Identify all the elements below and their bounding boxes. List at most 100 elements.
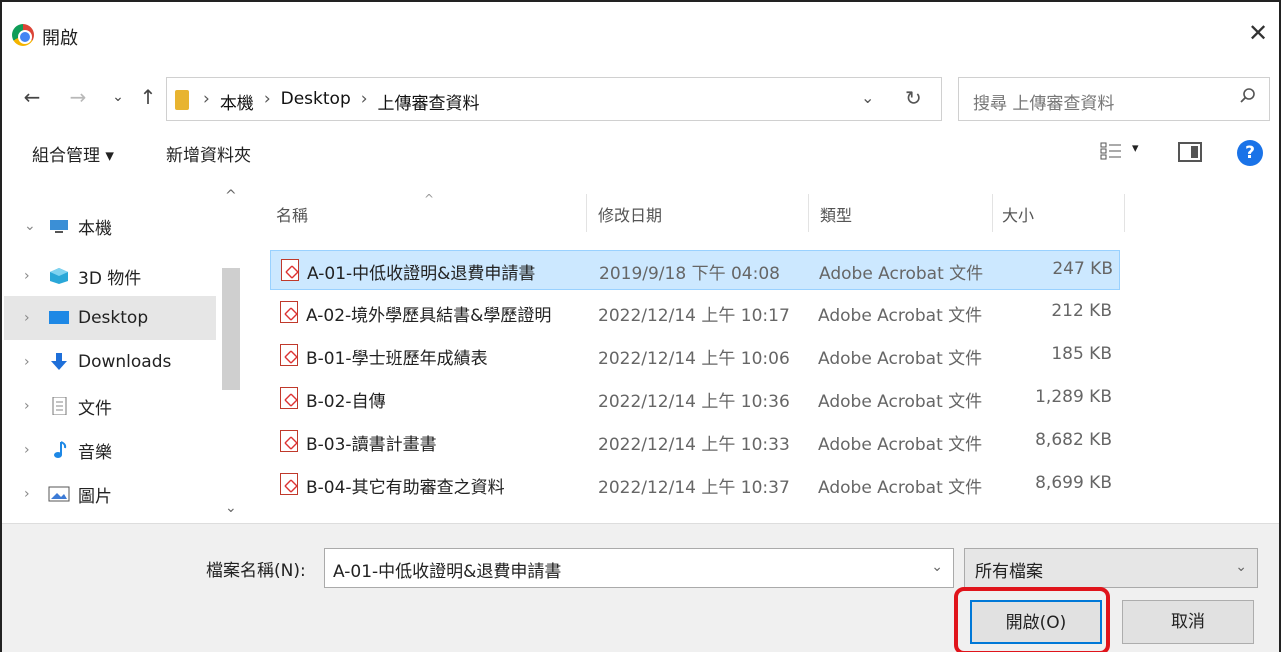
help-icon[interactable]: ? xyxy=(1237,140,1263,166)
up-arrow-icon[interactable]: ↑ xyxy=(136,85,160,109)
file-size: 247 KB xyxy=(1052,259,1113,279)
pdf-file-icon xyxy=(280,344,298,366)
file-list: ^ 名稱 修改日期 類型 大小 A-01-中低收證明&退費申請書 2019/9/… xyxy=(260,182,1270,522)
music-note-icon xyxy=(48,441,70,459)
address-row: ← → ⌄ ↑ › 本機 › Desktop › 上傳審查資料 ⌄ ↻ 搜尋 上… xyxy=(2,77,1279,121)
address-bar[interactable]: › 本機 › Desktop › 上傳審查資料 ⌄ ↻ xyxy=(166,77,942,121)
collapsed-chevron-icon[interactable]: › xyxy=(24,268,44,284)
dialog-footer: 檔案名稱(N): A-01-中低收證明&退費申請書 ⌄ 所有檔案 ⌄ 開啟(O)… xyxy=(2,523,1279,652)
expanded-chevron-icon[interactable]: ⌄ xyxy=(24,218,44,234)
file-size: 212 KB xyxy=(1051,301,1112,321)
file-row[interactable]: A-02-境外學歷具結書&學歷證明 2022/12/14 上午 10:17 Ad… xyxy=(270,293,1120,333)
chevron-down-icon[interactable]: ⌄ xyxy=(931,559,943,575)
file-name: B-01-學士班歷年成績表 xyxy=(306,349,488,369)
tree-item-this-pc[interactable]: ⌄ 本機 xyxy=(4,204,216,248)
column-divider[interactable] xyxy=(1124,194,1125,232)
file-date: 2022/12/14 上午 10:36 xyxy=(598,392,790,412)
tree-item-label: 文件 xyxy=(78,398,112,419)
preview-pane-icon[interactable] xyxy=(1178,142,1202,162)
tree-item-pictures[interactable]: › 圖片 xyxy=(4,472,216,516)
breadcrumb-separator: › xyxy=(203,89,210,109)
filetype-value: 所有檔案 xyxy=(975,562,1043,582)
tree-item-music[interactable]: › 音樂 xyxy=(4,428,216,472)
tree-item-3d-objects[interactable]: › 3D 物件 xyxy=(4,254,216,298)
file-size: 1,289 KB xyxy=(1035,387,1112,407)
file-row[interactable]: A-01-中低收證明&退費申請書 2019/9/18 下午 04:08 Adob… xyxy=(270,250,1120,290)
forward-arrow-icon[interactable]: → xyxy=(66,85,90,109)
tree-item-desktop[interactable]: › Desktop xyxy=(4,296,216,340)
tree-item-downloads[interactable]: › Downloads xyxy=(4,340,216,384)
organize-button[interactable]: 組合管理 ▾ xyxy=(32,141,114,166)
sort-ascending-icon: ^ xyxy=(424,192,435,206)
file-date: 2022/12/14 上午 10:33 xyxy=(598,435,790,455)
close-icon[interactable]: ✕ xyxy=(1245,20,1271,46)
title-bar: 開啟 ✕ xyxy=(2,2,1279,64)
cancel-button[interactable]: 取消 xyxy=(1122,600,1254,644)
file-name: B-04-其它有助審查之資料 xyxy=(306,478,505,498)
filetype-select[interactable]: 所有檔案 ⌄ xyxy=(964,548,1258,588)
column-header-size[interactable]: 大小 xyxy=(1002,202,1034,226)
back-arrow-icon[interactable]: ← xyxy=(20,85,44,109)
column-divider[interactable] xyxy=(992,194,993,232)
navigation-pane: ⌄ 本機 › 3D 物件 › Desktop › Downloads › 文件 … xyxy=(4,182,244,522)
tree-item-documents[interactable]: › 文件 xyxy=(4,384,216,428)
breadcrumb: › 本機 › Desktop › 上傳審查資料 xyxy=(203,89,480,114)
column-divider[interactable] xyxy=(808,194,809,232)
file-row[interactable]: B-02-自傳 2022/12/14 上午 10:36 Adobe Acroba… xyxy=(270,379,1120,419)
scroll-up-icon[interactable]: ^ xyxy=(225,188,237,204)
file-row[interactable]: B-04-其它有助審查之資料 2022/12/14 上午 10:37 Adobe… xyxy=(270,465,1120,505)
new-folder-button[interactable]: 新增資料夾 xyxy=(166,141,251,166)
file-date: 2022/12/14 上午 10:37 xyxy=(598,478,790,498)
document-icon xyxy=(48,396,70,416)
file-name: A-01-中低收證明&退費申請書 xyxy=(307,264,536,284)
breadcrumb-separator: › xyxy=(360,89,368,109)
tree-item-label: 圖片 xyxy=(78,486,112,507)
recent-locations-chevron-icon[interactable]: ⌄ xyxy=(106,89,130,105)
address-dropdown-icon[interactable]: ⌄ xyxy=(861,88,874,107)
file-row[interactable]: B-01-學士班歷年成績表 2022/12/14 上午 10:06 Adobe … xyxy=(270,336,1120,376)
column-header-date[interactable]: 修改日期 xyxy=(598,202,662,226)
search-box[interactable]: 搜尋 上傳審查資料 xyxy=(958,77,1270,121)
collapsed-chevron-icon[interactable]: › xyxy=(24,310,44,326)
collapsed-chevron-icon[interactable]: › xyxy=(24,398,44,414)
open-button[interactable]: 開啟(O) xyxy=(970,600,1102,644)
file-type: Adobe Acrobat 文件 xyxy=(818,435,983,455)
collapsed-chevron-icon[interactable]: › xyxy=(24,354,44,370)
nav-scrollbar[interactable]: ^ ⌄ xyxy=(218,182,244,522)
column-divider[interactable] xyxy=(586,194,587,232)
search-icon[interactable] xyxy=(1239,87,1257,105)
breadcrumb-item-desktop[interactable]: Desktop xyxy=(281,89,351,114)
view-options-caret-icon[interactable]: ▾ xyxy=(1132,141,1139,156)
pdf-file-icon xyxy=(280,301,298,323)
tree-item-label: 本機 xyxy=(78,218,112,239)
tree-item-label: 3D 物件 xyxy=(78,268,142,289)
folder-icon xyxy=(175,90,189,110)
file-date: 2019/9/18 下午 04:08 xyxy=(599,264,780,284)
pdf-file-icon xyxy=(280,387,298,409)
filename-input[interactable]: A-01-中低收證明&退費申請書 ⌄ xyxy=(324,548,954,588)
file-name: A-02-境外學歷具結書&學歷證明 xyxy=(306,306,552,326)
filename-value[interactable]: A-01-中低收證明&退費申請書 xyxy=(333,557,561,582)
file-date: 2022/12/14 上午 10:17 xyxy=(598,306,790,326)
download-arrow-icon xyxy=(48,353,70,371)
column-header-name[interactable]: 名稱 xyxy=(276,202,308,226)
view-options-icon[interactable] xyxy=(1100,142,1122,160)
collapsed-chevron-icon[interactable]: › xyxy=(24,442,44,458)
collapsed-chevron-icon[interactable]: › xyxy=(24,486,44,502)
file-type: Adobe Acrobat 文件 xyxy=(818,306,983,326)
column-header-type[interactable]: 類型 xyxy=(820,202,852,226)
refresh-icon[interactable]: ↻ xyxy=(905,86,922,110)
filename-label: 檔案名稱(N): xyxy=(206,561,306,581)
scroll-down-icon[interactable]: ⌄ xyxy=(225,500,237,516)
breadcrumb-item-upload-folder[interactable]: 上傳審查資料 xyxy=(378,89,480,114)
file-type: Adobe Acrobat 文件 xyxy=(818,478,983,498)
file-row[interactable]: B-03-讀書計畫書 2022/12/14 上午 10:33 Adobe Acr… xyxy=(270,422,1120,462)
breadcrumb-item-pc[interactable]: 本機 xyxy=(220,89,254,114)
pdf-file-icon xyxy=(280,430,298,452)
pc-icon xyxy=(48,217,70,235)
chevron-down-icon[interactable]: ⌄ xyxy=(1235,559,1247,575)
command-bar: 組合管理 ▾ 新增資料夾 ▾ ? xyxy=(2,128,1279,178)
tree-item-label: Downloads xyxy=(78,352,172,372)
scrollbar-thumb[interactable] xyxy=(222,268,240,390)
tree-item-label: Desktop xyxy=(78,308,149,328)
